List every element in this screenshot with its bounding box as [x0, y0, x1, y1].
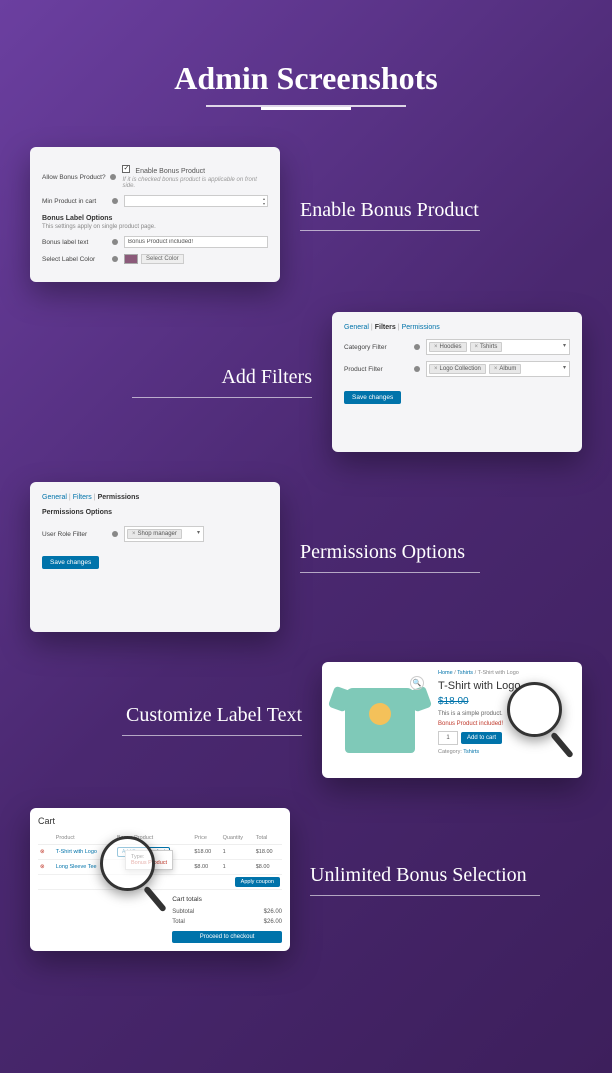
select-color-button[interactable]: Select Color: [141, 254, 184, 264]
th-total: Total: [254, 832, 282, 845]
allow-label: Allow Bonus Product?: [42, 174, 110, 181]
category-label: Category:: [438, 749, 462, 755]
apply-coupon-button[interactable]: Apply coupon: [235, 877, 280, 887]
row-permissions: General|Filters|Permissions Permissions …: [0, 482, 612, 632]
category-filter-label: Category Filter: [344, 344, 414, 351]
product-filter-select[interactable]: Logo Collection Album: [426, 361, 570, 377]
help-icon[interactable]: [112, 239, 118, 245]
remove-icon[interactable]: ⊗: [40, 849, 45, 855]
save-button[interactable]: Save changes: [344, 391, 401, 404]
caption-underline: [300, 572, 480, 573]
qty-input[interactable]: 1: [438, 731, 458, 745]
chip-album[interactable]: Album: [489, 364, 522, 374]
row-filters: General|Filters|Permissions Category Fil…: [0, 312, 612, 452]
caption-customize: Customize Label Text: [126, 704, 302, 726]
user-role-label: User Role Filter: [42, 531, 112, 538]
remove-icon[interactable]: ⊗: [40, 864, 45, 870]
color-swatch[interactable]: [124, 254, 138, 264]
chip-shop-manager[interactable]: Shop manager: [127, 529, 182, 539]
cart-title: Cart: [38, 816, 282, 826]
zoom-icon[interactable]: 🔍: [410, 676, 424, 690]
help-icon[interactable]: [112, 198, 118, 204]
tab-general[interactable]: General: [344, 324, 369, 331]
caption-underline: [122, 735, 302, 736]
th-price: Price: [192, 832, 220, 845]
category-link[interactable]: Tshirts: [463, 749, 479, 755]
subtotal-label: Subtotal: [172, 909, 194, 915]
bonus-label-options-sub: This settings apply on single product pa…: [42, 224, 268, 230]
tab-permissions[interactable]: Permissions: [98, 494, 140, 501]
title-underline: [206, 105, 406, 107]
caption-filters: Add Filters: [221, 366, 312, 388]
cart-totals-title: Cart totals: [172, 896, 282, 903]
tab-filters[interactable]: Filters: [73, 494, 92, 501]
tab-permissions[interactable]: Permissions: [402, 324, 440, 331]
user-role-select[interactable]: Shop manager: [124, 526, 204, 542]
product-filter-label: Product Filter: [344, 366, 414, 373]
enable-hint: If it is checked bonus product is applic…: [122, 177, 268, 189]
card-enable: Allow Bonus Product? Enable Bonus Produc…: [30, 147, 280, 282]
help-icon[interactable]: [112, 531, 118, 537]
tab-general[interactable]: General: [42, 494, 67, 501]
tab-filters[interactable]: Filters: [375, 324, 396, 331]
tshirt-icon: [345, 688, 415, 753]
caption-unlimited: Unlimited Bonus Selection: [310, 864, 527, 886]
breadcrumb-cat[interactable]: Tshirts: [457, 670, 473, 676]
breadcrumb-item: T-Shirt with Logo: [478, 670, 519, 676]
row-unlimited: Cart Product Bonus Product Price Quantit…: [0, 808, 612, 951]
help-icon[interactable]: [110, 174, 116, 180]
product-image: 🔍: [330, 670, 430, 770]
enable-checkbox-label: Enable Bonus Product: [135, 168, 205, 175]
breadcrumb-home[interactable]: Home: [438, 670, 453, 676]
bonus-label-text-label: Bonus label text: [42, 239, 112, 246]
add-to-cart-button[interactable]: Add to cart: [461, 732, 502, 744]
select-color-label: Select Label Color: [42, 256, 112, 263]
min-product-label: Min Product in cart: [42, 198, 112, 205]
caption-underline: [300, 230, 480, 231]
chip-logo-collection[interactable]: Logo Collection: [429, 364, 486, 374]
permissions-head: Permissions Options: [42, 509, 268, 516]
bonus-label-text-input[interactable]: [124, 236, 268, 248]
save-button[interactable]: Save changes: [42, 556, 99, 569]
help-icon[interactable]: [414, 344, 420, 350]
subtotal-value: $26.00: [264, 909, 282, 915]
cell-qty[interactable]: 1: [221, 845, 254, 860]
caption-underline: [132, 397, 312, 398]
magnifier-icon: [100, 836, 155, 891]
card-customize: 🔍 Home / Tshirts / T-Shirt with Logo T-S…: [322, 662, 582, 778]
cell-qty[interactable]: 1: [221, 860, 254, 875]
cell-total: $8.00: [254, 860, 282, 875]
caption-underline: [310, 895, 540, 896]
card-permissions: General|Filters|Permissions Permissions …: [30, 482, 280, 632]
caption-permissions: Permissions Options: [300, 541, 465, 563]
help-icon[interactable]: [414, 366, 420, 372]
breadcrumb: Home / Tshirts / T-Shirt with Logo: [438, 670, 574, 676]
cell-price: $18.00: [192, 845, 220, 860]
page-title: Admin Screenshots: [0, 0, 612, 105]
bonus-label-options-head: Bonus Label Options: [42, 215, 268, 222]
magnifier-icon: [507, 682, 562, 737]
card-unlimited: Cart Product Bonus Product Price Quantit…: [30, 808, 290, 951]
row-enable: Allow Bonus Product? Enable Bonus Produc…: [0, 147, 612, 282]
row-customize: 🔍 Home / Tshirts / T-Shirt with Logo T-S…: [0, 662, 612, 778]
th-qty: Quantity: [221, 832, 254, 845]
enable-checkbox[interactable]: [122, 165, 130, 173]
card-filters: General|Filters|Permissions Category Fil…: [332, 312, 582, 452]
total-value: $26.00: [264, 919, 282, 925]
cell-price: $8.00: [192, 860, 220, 875]
th-product: Product: [54, 832, 115, 845]
cell-total: $18.00: [254, 845, 282, 860]
chip-hoodies[interactable]: Hoodies: [429, 342, 467, 352]
min-product-input[interactable]: [124, 195, 268, 207]
category-filter-select[interactable]: Hoodies Tshirts: [426, 339, 570, 355]
total-label: Total: [172, 919, 185, 925]
help-icon[interactable]: [112, 256, 118, 262]
caption-enable: Enable Bonus Product: [300, 199, 479, 221]
checkout-button[interactable]: Proceed to checkout: [172, 931, 282, 943]
chip-tshirts[interactable]: Tshirts: [470, 342, 503, 352]
